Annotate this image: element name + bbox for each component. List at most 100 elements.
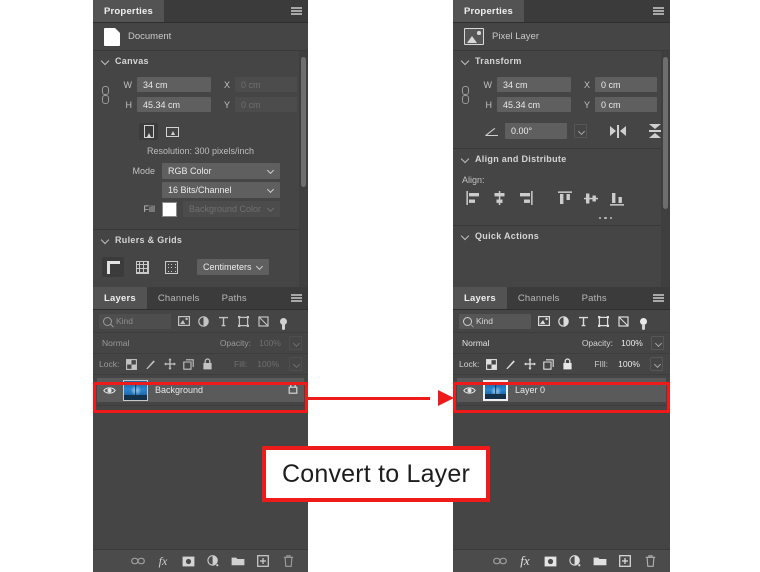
lock-artboard-nesting-icon[interactable] <box>182 358 195 371</box>
lock-transparent-pixels-icon[interactable] <box>485 358 498 371</box>
opacity-stepper-icon[interactable] <box>289 336 302 350</box>
layer-kind-filter-select[interactable]: Kind <box>459 313 531 329</box>
adjustment-filter-icon[interactable] <box>556 314 571 329</box>
add-layer-mask-icon[interactable] <box>181 554 195 568</box>
canvas-link-cell[interactable] <box>93 85 117 104</box>
layer-thumbnail[interactable] <box>123 379 148 401</box>
tab-channels[interactable]: Channels <box>146 287 211 309</box>
blend-mode-select[interactable]: Normal <box>99 336 216 351</box>
lock-transparent-pixels-icon[interactable] <box>125 358 138 371</box>
opacity-value[interactable]: 100% <box>617 336 647 350</box>
lock-all-icon[interactable] <box>201 358 214 371</box>
blend-mode-select[interactable]: Normal <box>459 336 578 351</box>
canvas-fill-swatch[interactable] <box>162 201 177 217</box>
delete-layer-icon[interactable] <box>281 554 295 568</box>
canvas-width-input[interactable]: 34 cm <box>137 77 211 92</box>
new-adjustment-layer-icon[interactable] <box>568 554 582 568</box>
new-adjustment-layer-icon[interactable] <box>206 554 220 568</box>
properties-scrollbar-thumb[interactable] <box>301 57 306 187</box>
new-layer-icon[interactable] <box>256 554 270 568</box>
layer-name[interactable]: Layer 0 <box>515 385 660 395</box>
table-row[interactable]: Layer 0 <box>457 378 666 402</box>
transform-x-input[interactable]: 0 cm <box>595 77 657 92</box>
section-align-header[interactable]: Align and Distribute <box>453 149 670 168</box>
shape-filter-icon[interactable] <box>596 314 611 329</box>
transform-angle-input[interactable]: 0.00° <box>505 123 567 139</box>
layer-name[interactable]: Background <box>155 385 281 395</box>
new-layer-icon[interactable] <box>618 554 632 568</box>
delete-layer-icon[interactable] <box>643 554 657 568</box>
angle-stepper-icon[interactable] <box>574 124 587 138</box>
opacity-value[interactable]: 100% <box>255 336 285 350</box>
dot-grid-button[interactable] <box>160 257 182 277</box>
more-options-icon[interactable] <box>453 217 670 220</box>
type-filter-icon[interactable] <box>576 314 591 329</box>
add-layer-mask-icon[interactable] <box>543 554 557 568</box>
orientation-landscape-button[interactable] <box>163 123 182 140</box>
tab-properties[interactable]: Properties <box>453 0 524 22</box>
layer-style-fx-icon[interactable]: fx <box>156 554 170 568</box>
lock-all-icon[interactable] <box>561 358 574 371</box>
new-group-icon[interactable] <box>231 554 245 568</box>
panel-menu-icon[interactable] <box>291 294 302 302</box>
section-canvas-header[interactable]: Canvas <box>93 51 308 70</box>
transform-y-input[interactable]: 0 cm <box>595 97 657 112</box>
pixel-filter-icon[interactable] <box>176 314 191 329</box>
transform-height-input[interactable]: 45.34 cm <box>497 97 571 112</box>
orientation-portrait-button[interactable] <box>139 123 158 140</box>
panel-menu-icon[interactable] <box>291 7 302 15</box>
canvas-x-input[interactable]: 0 cm <box>235 77 297 92</box>
tab-properties[interactable]: Properties <box>93 0 164 22</box>
section-quick-actions-header[interactable]: Quick Actions <box>453 226 670 245</box>
canvas-mode-select[interactable]: RGB Color <box>162 163 280 179</box>
fill-value[interactable]: 100% <box>253 357 283 371</box>
align-top-edges-icon[interactable] <box>555 189 575 207</box>
lock-artboard-nesting-icon[interactable] <box>542 358 555 371</box>
link-layers-icon[interactable] <box>131 554 145 568</box>
lock-position-icon[interactable] <box>523 358 536 371</box>
link-layers-icon[interactable] <box>493 554 507 568</box>
new-group-icon[interactable] <box>593 554 607 568</box>
layer-kind-filter-select[interactable]: Kind <box>99 313 171 329</box>
shape-filter-icon[interactable] <box>236 314 251 329</box>
flip-horizontal-icon[interactable] <box>608 123 628 139</box>
canvas-depth-select[interactable]: 16 Bits/Channel <box>162 182 280 198</box>
tab-paths[interactable]: Paths <box>570 287 618 309</box>
tab-paths[interactable]: Paths <box>210 287 258 309</box>
pixel-filter-icon[interactable] <box>536 314 551 329</box>
properties-scrollbar-thumb[interactable] <box>663 57 668 209</box>
lock-image-pixels-icon[interactable] <box>144 358 157 371</box>
align-horizontal-centers-icon[interactable] <box>489 189 509 207</box>
fill-stepper-icon[interactable] <box>650 357 664 371</box>
align-right-edges-icon[interactable] <box>515 189 535 207</box>
lock-image-pixels-icon[interactable] <box>504 358 517 371</box>
table-row[interactable]: Background <box>97 378 304 402</box>
layer-thumbnail[interactable] <box>483 379 508 401</box>
canvas-fill-select[interactable]: Background Color <box>183 201 280 217</box>
rulers-units-select[interactable]: Centimeters <box>197 259 269 275</box>
tab-channels[interactable]: Channels <box>506 287 571 309</box>
ruler-button[interactable] <box>102 257 124 277</box>
section-transform-header[interactable]: Transform <box>453 51 670 70</box>
lock-position-icon[interactable] <box>163 358 176 371</box>
transform-width-input[interactable]: 34 cm <box>497 77 571 92</box>
smart-object-filter-icon[interactable] <box>616 314 631 329</box>
canvas-height-input[interactable]: 45.34 cm <box>137 97 211 112</box>
adjustment-filter-icon[interactable] <box>196 314 211 329</box>
eye-icon[interactable] <box>103 386 116 395</box>
transform-link-cell[interactable] <box>453 85 477 104</box>
filter-toggle-icon[interactable] <box>276 314 291 330</box>
fill-stepper-icon[interactable] <box>289 357 303 371</box>
opacity-stepper-icon[interactable] <box>651 336 664 350</box>
section-rulers-header[interactable]: Rulers & Grids <box>93 230 308 249</box>
fill-value[interactable]: 100% <box>614 357 644 371</box>
filter-toggle-icon[interactable] <box>636 314 651 330</box>
tab-layers[interactable]: Layers <box>93 287 147 309</box>
align-bottom-edges-icon[interactable] <box>607 189 627 207</box>
eye-icon[interactable] <box>463 386 476 395</box>
type-filter-icon[interactable] <box>216 314 231 329</box>
panel-menu-icon[interactable] <box>653 294 664 302</box>
grid-button[interactable] <box>131 257 153 277</box>
tab-layers[interactable]: Layers <box>453 287 507 309</box>
smart-object-filter-icon[interactable] <box>256 314 271 329</box>
